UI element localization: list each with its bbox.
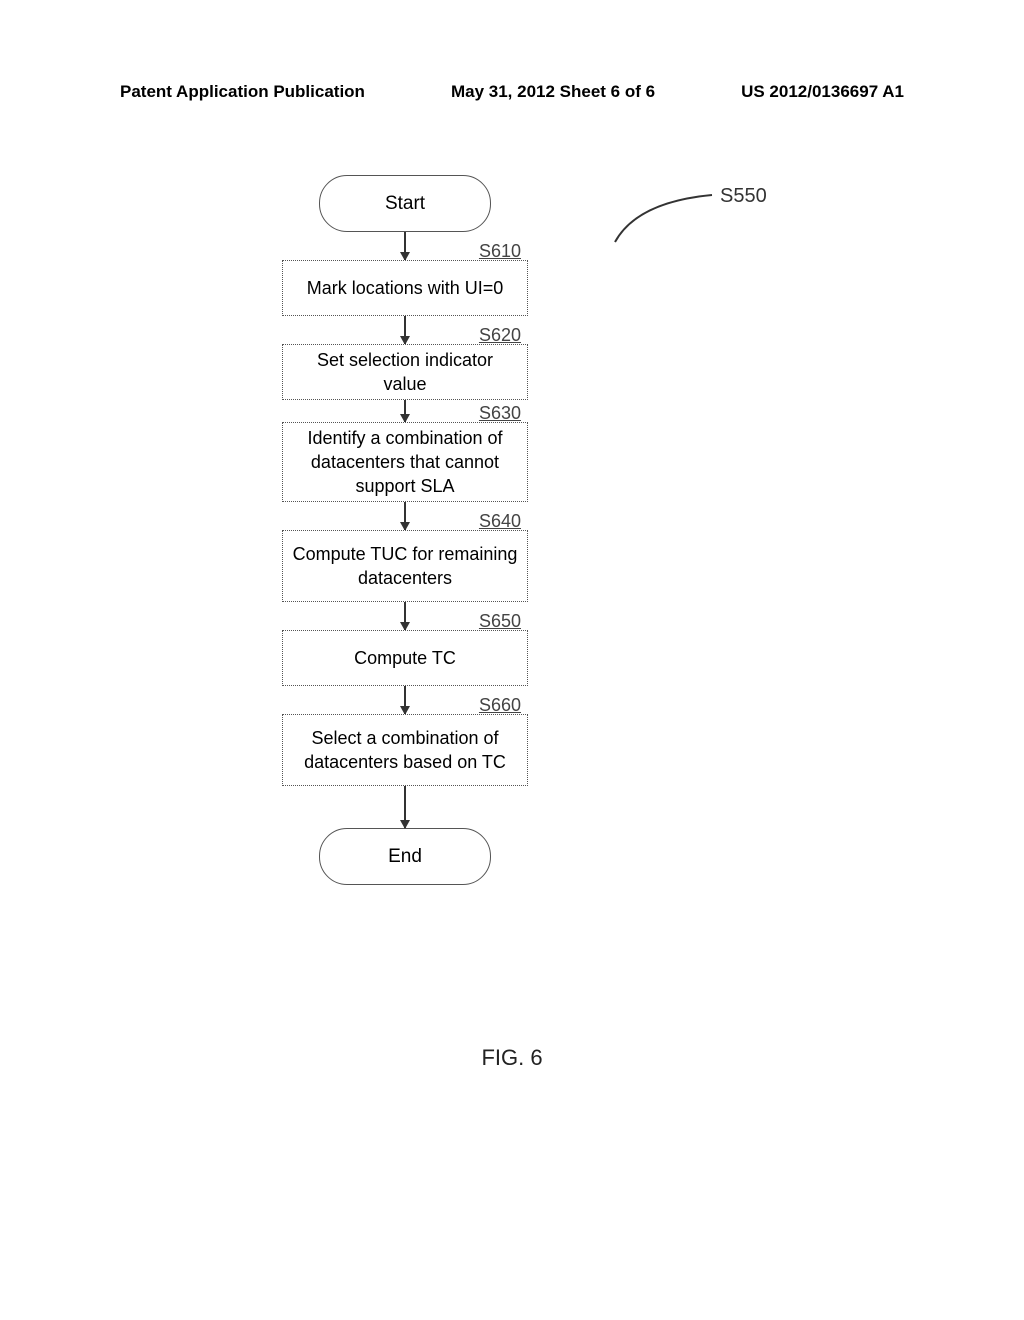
- header-left: Patent Application Publication: [120, 82, 365, 102]
- step-id: S630: [479, 401, 521, 425]
- step-s620: S620 Set selection indicatorvalue: [282, 344, 528, 400]
- step-id: S660: [479, 693, 521, 717]
- step-id: S610: [479, 239, 521, 263]
- page-header: Patent Application Publication May 31, 2…: [0, 82, 1024, 102]
- step-s640: S640 Compute TUC for remaining datacente…: [282, 530, 528, 602]
- end-terminal: End: [319, 828, 491, 885]
- header-right: US 2012/0136697 A1: [741, 82, 904, 102]
- step-id: S650: [479, 609, 521, 633]
- step-text: Compute TUC for remaining datacenters: [287, 542, 523, 591]
- step-text: Select a combination of datacenters base…: [287, 726, 523, 775]
- reference-leader-line: [612, 192, 717, 247]
- step-id: S640: [479, 509, 521, 533]
- start-label: Start: [385, 193, 425, 215]
- step-text: Compute TC: [354, 646, 456, 670]
- step-s610: S610 Mark locations with UI=0: [282, 260, 528, 316]
- reference-label: S550: [720, 185, 767, 208]
- step-text: Identify a combination of datacenters th…: [287, 426, 523, 499]
- step-text: Set selection indicatorvalue: [317, 348, 493, 397]
- figure-caption: FIG. 6: [0, 1045, 1024, 1071]
- step-s650: S650 Compute TC: [282, 630, 528, 686]
- arrow: [275, 786, 535, 828]
- step-s660: S660 Select a combination of datacenters…: [282, 714, 528, 786]
- step-text: Mark locations with UI=0: [307, 276, 504, 300]
- step-s630: S630 Identify a combination of datacente…: [282, 422, 528, 502]
- start-terminal: Start: [319, 175, 491, 232]
- step-id: S620: [479, 323, 521, 347]
- flowchart: Start S610 Mark locations with UI=0 S620…: [275, 175, 535, 885]
- end-label: End: [388, 846, 422, 868]
- header-center: May 31, 2012 Sheet 6 of 6: [451, 82, 655, 102]
